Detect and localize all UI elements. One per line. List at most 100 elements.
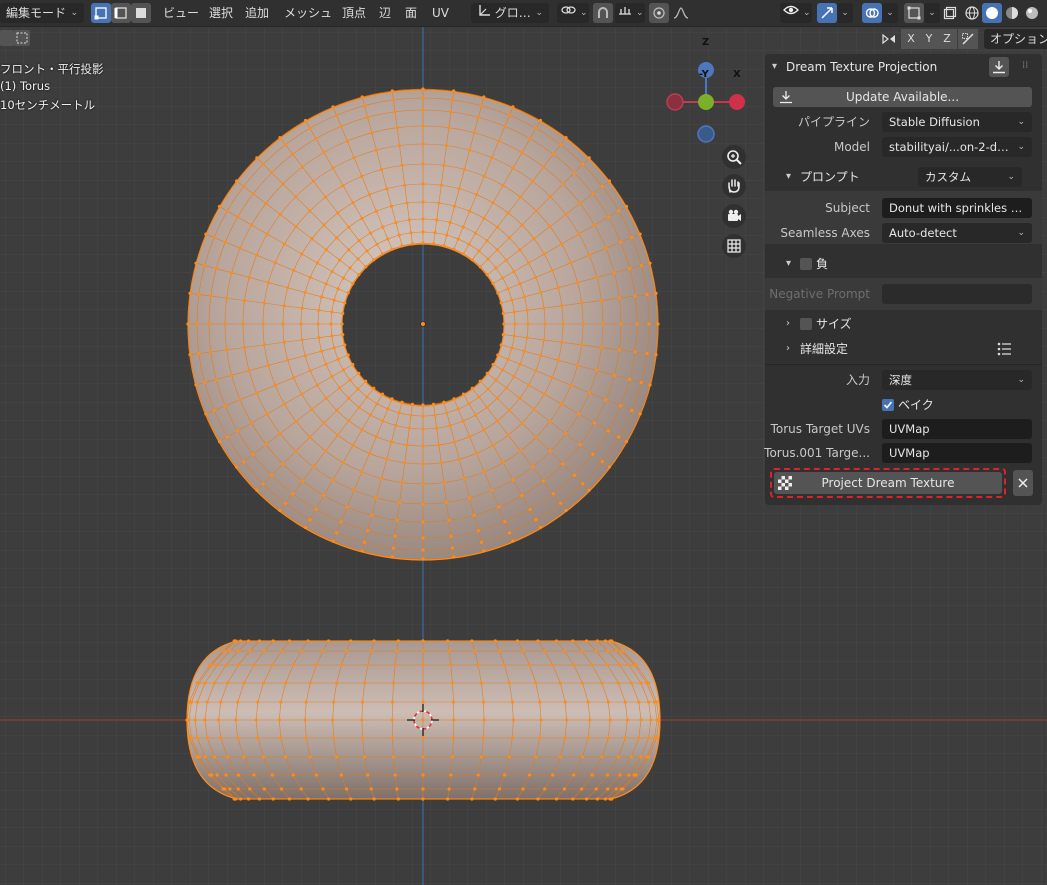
advanced-section-header[interactable]: › 詳細設定	[765, 338, 1042, 360]
solid-shading-icon[interactable]	[982, 3, 1002, 23]
menu-add[interactable]: 追加	[243, 3, 271, 23]
wireframe-shading-icon[interactable]	[962, 3, 982, 23]
prompt-mode-dropdown[interactable]: カスタム ⌄	[918, 167, 1022, 187]
rendered-shading-icon[interactable]	[1022, 3, 1042, 23]
size-checkbox[interactable]	[800, 318, 812, 330]
mesh-vertex	[364, 265, 368, 269]
gizmo-toggle-icon[interactable]	[817, 3, 837, 23]
mesh-vertex	[600, 681, 604, 685]
perspective-toggle-icon[interactable]	[722, 234, 746, 258]
mesh-vertex	[368, 231, 373, 235]
mesh-vertex	[421, 142, 425, 146]
seamless-axes-dropdown[interactable]: Auto-detect ⌄	[882, 223, 1032, 243]
mesh-vertex	[548, 195, 552, 199]
visibility-dropdown[interactable]: ⌄	[780, 3, 812, 23]
list-icon[interactable]	[997, 342, 1013, 359]
panel-header[interactable]: ▾ Dream Texture Projection ⁞⁞	[765, 56, 1042, 78]
tool-select-mode-icon[interactable]	[14, 30, 30, 46]
overlays-dropdown[interactable]: ⌄	[882, 3, 898, 23]
camera-view-icon[interactable]	[722, 204, 746, 228]
falloff-curve-icon[interactable]	[671, 3, 691, 23]
vertex-select-mode-icon[interactable]	[91, 3, 111, 23]
mirror-z-button[interactable]: Z	[937, 29, 957, 49]
negative-prompt-input[interactable]	[882, 284, 1032, 304]
size-section-header[interactable]: › サイズ	[765, 313, 1042, 335]
subject-input[interactable]: Donut with sprinkles isol...	[882, 198, 1032, 218]
options-dropdown[interactable]: オプション	[984, 29, 1047, 49]
proportional-editing-icon[interactable]	[649, 3, 669, 23]
face-select-mode-icon[interactable]	[131, 3, 151, 23]
gizmo-dropdown[interactable]: ⌄	[837, 3, 853, 23]
menu-select[interactable]: 選択	[207, 3, 235, 23]
mesh-vertex	[497, 787, 502, 791]
mesh-vertex	[203, 718, 207, 722]
mirror-x-button[interactable]: X	[901, 29, 921, 49]
mesh-overlay-dropdown[interactable]: ⌄	[924, 3, 940, 23]
mesh-vertex	[234, 179, 239, 183]
mesh-vertex	[393, 110, 397, 114]
xray-toggle-icon[interactable]	[940, 3, 960, 23]
negative-checkbox[interactable]	[800, 258, 812, 270]
mesh-vertex	[409, 413, 413, 417]
mesh-vertex	[236, 700, 240, 704]
mesh-vertex	[657, 718, 661, 722]
negative-section-header[interactable]: ▾ 負	[765, 253, 1042, 275]
mesh-vertex	[393, 773, 397, 777]
model-dropdown[interactable]: stabilityai/...on-2-depth ⌄	[882, 137, 1032, 157]
mesh-vertex	[639, 380, 643, 385]
transform-orientation-dropdown[interactable]: グロ… ⌄	[471, 3, 549, 23]
mesh-vertex	[217, 718, 221, 722]
tool-select-box-icon[interactable]	[0, 30, 14, 46]
menu-uv[interactable]: UV	[430, 3, 451, 23]
drag-handle-icon[interactable]: ⁞⁞	[1022, 56, 1028, 76]
menu-mesh[interactable]: メッシュ	[282, 3, 334, 23]
edge-select-mode-icon[interactable]	[111, 3, 131, 23]
mesh-vertex	[262, 649, 266, 653]
menu-face[interactable]: 面	[403, 3, 419, 23]
material-preview-shading-icon[interactable]	[1002, 3, 1022, 23]
mirror-options-icon[interactable]	[880, 30, 898, 48]
mesh-vertex	[470, 797, 474, 801]
mesh-vertex	[625, 718, 629, 722]
mode-dropdown[interactable]: 編集モード ⌄	[0, 3, 84, 23]
mesh-vertex	[599, 298, 604, 303]
download-icon[interactable]	[989, 57, 1009, 77]
overlays-toggle-icon[interactable]	[862, 3, 882, 23]
mesh-vertex	[327, 797, 331, 801]
project-dream-texture-button[interactable]: Project Dream Texture	[774, 472, 1002, 494]
target-uv-2-input[interactable]: UVMap	[882, 443, 1032, 463]
mesh-edit-overlay-icon[interactable]	[904, 3, 924, 23]
snap-target-dropdown[interactable]: ⌄	[615, 3, 645, 23]
menu-edge[interactable]: 辺	[377, 3, 393, 23]
mesh-vertex	[542, 338, 546, 342]
mesh-vertex	[476, 773, 480, 777]
menu-vertex[interactable]: 頂点	[340, 3, 368, 23]
mesh-vertex	[314, 507, 318, 511]
prompt-section-label: プロンプト	[800, 170, 860, 184]
target-uv-1-input[interactable]: UVMap	[882, 419, 1032, 439]
mesh-vertex	[595, 639, 600, 643]
update-available-button[interactable]: Update Available...	[773, 87, 1032, 107]
pipeline-dropdown[interactable]: Stable Diffusion ⌄	[882, 112, 1032, 132]
mesh-vertex	[236, 787, 240, 791]
mesh-vertex	[270, 171, 274, 175]
pan-hand-icon[interactable]	[722, 174, 746, 198]
mesh-vertex	[421, 736, 425, 740]
mesh-vertex	[234, 718, 238, 722]
mesh-vertex	[225, 348, 229, 352]
snap-toggle-icon[interactable]	[593, 3, 613, 23]
input-dropdown[interactable]: 深度 ⌄	[882, 370, 1032, 390]
bake-checkbox[interactable]	[882, 399, 894, 411]
mirror-y-button[interactable]: Y	[919, 29, 939, 49]
mesh-vertex	[341, 460, 345, 465]
mesh-vertex	[603, 797, 607, 801]
mesh-vertex	[581, 482, 585, 486]
zoom-icon[interactable]	[722, 145, 746, 169]
mesh-vertex	[261, 755, 266, 759]
prompt-section-header[interactable]: ▾ プロンプト カスタム ⌄	[765, 166, 1042, 188]
symmetry-brush-icon[interactable]	[958, 29, 978, 49]
close-icon[interactable]	[1013, 470, 1033, 496]
pivot-point-dropdown[interactable]: ⌄	[557, 3, 589, 23]
torus-side-view[interactable]	[185, 639, 661, 801]
menu-view[interactable]: ビュー	[161, 3, 201, 23]
